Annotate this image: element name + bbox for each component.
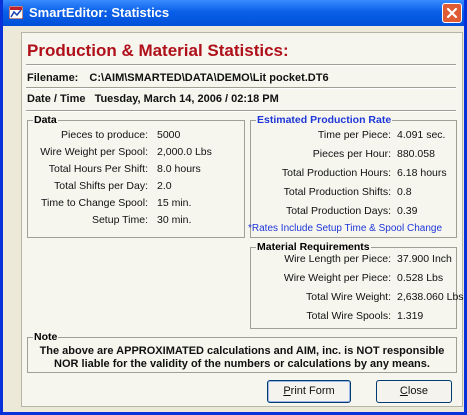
production-rate-group-title: Estimated Production Rate bbox=[256, 114, 393, 126]
divider bbox=[26, 64, 456, 66]
data-value: 15 min. bbox=[157, 197, 192, 209]
close-window-button[interactable] bbox=[442, 3, 462, 23]
close-label: lose bbox=[407, 385, 429, 397]
data-label: Pieces to produce: bbox=[61, 129, 148, 141]
data-label: Time to Change Spool: bbox=[40, 197, 148, 209]
data-label: Total Hours Per Shift: bbox=[48, 163, 148, 175]
data-label: Total Shifts per Day: bbox=[54, 180, 148, 192]
material-value: 37.900 Inch bbox=[397, 253, 452, 265]
close-mnemonic: C bbox=[399, 385, 408, 397]
material-label: Total Wire Spools: bbox=[306, 310, 391, 322]
note-group-title: Note bbox=[33, 331, 59, 343]
rate-label: Time per Piece: bbox=[317, 129, 391, 141]
window-title: SmartEditor: Statistics bbox=[29, 5, 170, 20]
material-requirements-group: Material Requirements Wire Length per Pi… bbox=[250, 241, 464, 329]
data-value: 2.0 bbox=[157, 180, 172, 192]
statistics-window: SmartEditor: Statistics Production & Mat… bbox=[0, 0, 467, 415]
title-bar[interactable]: SmartEditor: Statistics bbox=[3, 0, 464, 26]
close-button[interactable]: Close bbox=[376, 380, 452, 403]
note-group: Note The above are APPROXIMATED calculat… bbox=[27, 331, 457, 373]
material-label: Total Wire Weight: bbox=[306, 291, 391, 303]
material-label: Wire Weight per Piece: bbox=[283, 272, 391, 284]
smarteditor-app-icon bbox=[8, 5, 24, 20]
divider bbox=[26, 87, 456, 89]
rate-label: Pieces per Hour: bbox=[312, 148, 391, 160]
filename-row: Filename: C:\AIM\SMARTED\DATA\DEMO\Lit p… bbox=[27, 72, 329, 84]
print-mnemonic: P bbox=[283, 385, 291, 397]
note-line: NOR liable for the validity of the numbe… bbox=[54, 358, 430, 370]
rate-value: 6.18 hours bbox=[397, 167, 447, 179]
rate-label: Total Production Hours: bbox=[281, 167, 391, 179]
material-group-title: Material Requirements bbox=[256, 241, 371, 253]
data-value: 2,000.0 Lbs bbox=[157, 146, 212, 158]
data-value: 30 min. bbox=[157, 214, 192, 226]
rate-value: 880.058 bbox=[397, 148, 435, 160]
divider bbox=[26, 110, 456, 112]
rate-value: 4.091 sec. bbox=[397, 129, 446, 141]
datetime-value: Tuesday, March 14, 2006 / 02:18 PM bbox=[94, 93, 279, 105]
data-value: 8.0 hours bbox=[157, 163, 201, 175]
rate-label: Total Production Days: bbox=[285, 205, 391, 217]
data-value: 5000 bbox=[157, 129, 181, 141]
print-label: rint Form bbox=[290, 385, 335, 397]
data-label: Wire Weight per Spool: bbox=[40, 146, 148, 158]
material-value: 2,638.060 Lbs bbox=[397, 291, 464, 303]
production-rate-group: Estimated Production Rate Time per Piece… bbox=[250, 114, 457, 238]
print-form-button[interactable]: Print Form bbox=[267, 380, 351, 403]
material-value: 0.528 Lbs bbox=[397, 272, 444, 284]
datetime-label: Date / Time bbox=[27, 93, 86, 105]
data-group-title: Data bbox=[33, 114, 58, 126]
data-group: Data Pieces to produce: 5000 Wire Weight … bbox=[27, 114, 245, 238]
material-label: Wire Length per Piece: bbox=[284, 253, 391, 265]
rate-label: Total Production Shifts: bbox=[283, 186, 391, 198]
filename-value: C:\AIM\SMARTED\DATA\DEMO\Lit pocket.DT6 bbox=[89, 72, 329, 84]
datetime-row: Date / Time Tuesday, March 14, 2006 / 02… bbox=[27, 93, 279, 105]
data-label: Setup Time: bbox=[91, 214, 148, 226]
statistics-panel: Production & Material Statistics: Filena… bbox=[21, 32, 464, 407]
close-icon bbox=[446, 7, 458, 19]
filename-label: Filename: bbox=[27, 72, 79, 84]
rates-footnote: *Rates Include Setup Time & Spool Change bbox=[248, 223, 443, 234]
rate-value: 0.8 bbox=[397, 186, 412, 198]
material-value: 1.319 bbox=[397, 310, 424, 322]
page-title: Production & Material Statistics: bbox=[27, 41, 289, 60]
note-line: The above are APPROXIMATED calculations … bbox=[39, 345, 445, 357]
rate-value: 0.39 bbox=[397, 205, 418, 217]
